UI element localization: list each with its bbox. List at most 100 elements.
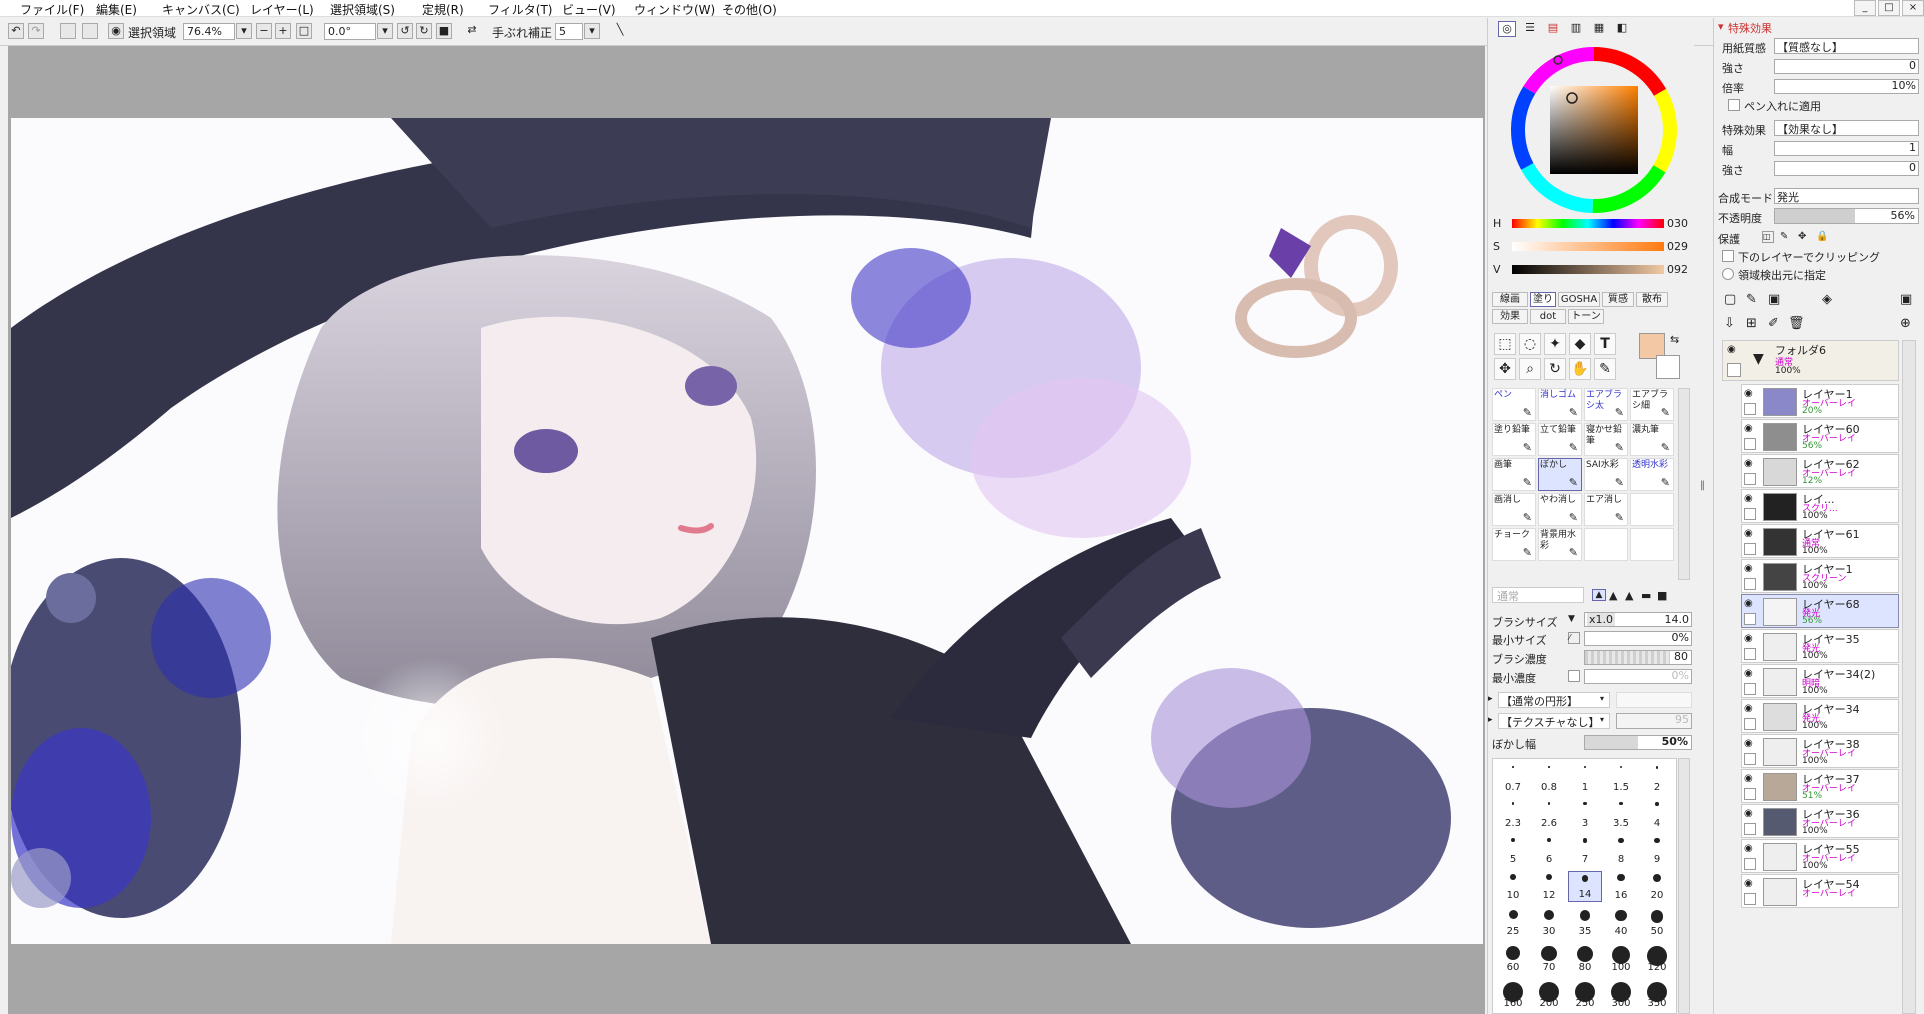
brush-slot[interactable]: 濃丸筆 ✎ (1630, 423, 1674, 456)
brush-slot[interactable]: 寝かせ鉛筆 ✎ (1584, 423, 1628, 456)
brush-size-cell[interactable]: 14 (1568, 871, 1602, 902)
brush-size-cell[interactable]: 25 (1496, 907, 1530, 938)
clip-checkbox[interactable] (1722, 250, 1734, 262)
brush-size-field[interactable]: x1.0 14.0 (1584, 612, 1692, 627)
tab-dot[interactable]: dot (1530, 309, 1566, 324)
brush-size-cell[interactable]: 16 (1604, 871, 1638, 902)
folder-row[interactable]: ◉ ▼ フォルダ6 通常 100% (1722, 340, 1899, 381)
move-down-icon[interactable]: ⇩ (1724, 316, 1735, 331)
layer-eye-icon[interactable]: ◉ (1744, 738, 1758, 750)
brush-size-cell[interactable]: 4 (1640, 799, 1674, 830)
scratchpad-tab-icon[interactable]: ◧ (1613, 21, 1631, 37)
invert-selection-icon[interactable] (82, 23, 98, 39)
layer-row[interactable]: ◉ レイヤー68 発光 56% (1741, 594, 1899, 628)
brush-slot[interactable]: 画筆 ✎ (1492, 458, 1536, 491)
menu-selection[interactable]: 選択領域(S) (330, 1, 395, 18)
layer-checkbox[interactable] (1744, 438, 1756, 450)
brush-size-cell[interactable]: 0.7 (1496, 763, 1530, 794)
layer-checkbox[interactable] (1744, 578, 1756, 590)
layer-checkbox[interactable] (1744, 403, 1756, 415)
stabilizer-field[interactable]: 5 (555, 23, 583, 40)
menu-filter[interactable]: フィルタ(T) (488, 1, 552, 18)
rgb-slider-tab-icon[interactable]: ☰ (1521, 21, 1539, 37)
rotation-field[interactable]: 0.0° (324, 23, 376, 40)
maximize-button[interactable]: □ (1878, 0, 1900, 16)
brush-slot[interactable]: 透明水彩 ✎ (1630, 458, 1674, 491)
panel-splitter-icon[interactable]: ‖ (1700, 480, 1705, 491)
background-color-swatch[interactable] (1656, 355, 1680, 379)
layer-row[interactable]: ◉ レイヤー1 オーバーレイ 20% (1741, 384, 1899, 418)
tab-lineart[interactable]: 線画 (1492, 292, 1528, 307)
texture-strength-slider[interactable]: 95 (1616, 713, 1692, 729)
v-slider[interactable] (1512, 265, 1664, 274)
layer-eye-icon[interactable]: ◉ (1744, 493, 1758, 505)
brush-size-cell[interactable]: 0.8 (1532, 763, 1566, 794)
min-density-checkbox[interactable] (1568, 670, 1580, 682)
layer-row[interactable]: ◉ レイヤー38 オーバーレイ 100% (1741, 734, 1899, 768)
brush-size-cell[interactable]: 80 (1568, 943, 1602, 974)
layer-row[interactable]: ◉ レイヤー36 オーバーレイ 100% (1741, 804, 1899, 838)
layer-eye-icon[interactable]: ◉ (1744, 843, 1758, 855)
brush-slot[interactable]: 画消し ✎ (1492, 493, 1536, 526)
layer-checkbox[interactable] (1744, 788, 1756, 800)
text-tool-icon[interactable]: T (1594, 333, 1616, 355)
brush-size-cell[interactable]: 30 (1532, 907, 1566, 938)
brush-slot[interactable]: SAI水彩 ✎ (1584, 458, 1628, 491)
layer-row[interactable]: ◉ レイヤー55 オーバーレイ 100% (1741, 839, 1899, 873)
new-folder-icon[interactable]: ▣ (1768, 292, 1780, 307)
shape-expand-icon[interactable]: ▸ (1488, 694, 1493, 704)
brush-shape-5-icon[interactable]: ■ (1657, 589, 1667, 602)
layer-eye-icon[interactable]: ◉ (1744, 668, 1758, 680)
trash-icon[interactable]: 🗑 (1788, 316, 1805, 331)
brush-slot[interactable] (1630, 528, 1674, 561)
rotate-tool-icon[interactable]: ↻ (1544, 358, 1566, 380)
layer-row[interactable]: ◉ レイヤー60 オーバーレイ 56% (1741, 419, 1899, 453)
rotation-dropdown-icon[interactable]: ▾ (377, 23, 393, 39)
brush-size-cell[interactable]: 350 (1640, 979, 1674, 1010)
flip-icon[interactable]: ⇄ (464, 23, 480, 39)
layer-row[interactable]: ◉ レイヤー62 オーバーレイ 12% (1741, 454, 1899, 488)
lasso-icon[interactable]: ◌ (1519, 333, 1541, 355)
brush-size-cell[interactable]: 40 (1604, 907, 1638, 938)
brush-size-cell[interactable]: 300 (1604, 979, 1638, 1010)
brush-size-dropdown-icon[interactable]: ▼ (1568, 614, 1575, 624)
s-slider[interactable] (1512, 242, 1664, 251)
brush-size-cell[interactable]: 1 (1568, 763, 1602, 794)
brush-size-cell[interactable]: 7 (1568, 835, 1602, 866)
brush-slot[interactable] (1630, 493, 1674, 526)
eye-icon[interactable]: ◉ (108, 23, 124, 39)
redo-icon[interactable]: ↷ (28, 23, 44, 39)
size-grid-scrollbar[interactable] (1678, 758, 1690, 1014)
tab-gosha[interactable]: GOSHA (1558, 292, 1600, 307)
layer-eye-icon[interactable]: ◉ (1744, 773, 1758, 785)
swap-colors-icon[interactable]: ⇆ (1670, 333, 1679, 346)
move-icon[interactable]: ✥ (1494, 358, 1516, 380)
menu-edit[interactable]: 編集(E) (96, 1, 137, 18)
tab-texture[interactable]: 質感 (1602, 292, 1634, 307)
layer-eye-icon[interactable]: ◉ (1744, 528, 1758, 540)
brush-size-cell[interactable]: 2.6 (1532, 799, 1566, 830)
protect-move-icon[interactable]: ✥ (1798, 231, 1806, 242)
zoom-in-icon[interactable]: + (275, 23, 291, 39)
stabilizer-dropdown-icon[interactable]: ▾ (584, 23, 600, 39)
brush-size-cell[interactable]: 6 (1532, 835, 1566, 866)
brush-slot[interactable]: 塗り鉛筆 ✎ (1492, 423, 1536, 456)
menu-layer[interactable]: レイヤー(L) (250, 1, 314, 18)
layer-eye-icon[interactable]: ◉ (1744, 423, 1758, 435)
tab-tone[interactable]: トーン (1568, 309, 1604, 324)
close-button[interactable]: × (1902, 0, 1924, 16)
protect-paint-icon[interactable]: ✎ (1780, 231, 1788, 242)
zoom-reset-icon[interactable]: □ (296, 23, 312, 39)
brush-shape-4-icon[interactable]: ▬ (1641, 589, 1651, 602)
folder-eye-icon[interactable]: ◉ (1727, 344, 1736, 355)
brush-size-cell[interactable]: 120 (1640, 943, 1674, 974)
brush-slot[interactable]: エアブラシ太 ✎ (1584, 388, 1628, 421)
color-wheel[interactable] (1510, 46, 1678, 214)
brush-size-cell[interactable]: 20 (1640, 871, 1674, 902)
special-effect-dropdown[interactable]: 【効果なし】 (1774, 120, 1919, 136)
layer-eye-icon[interactable]: ◉ (1744, 808, 1758, 820)
tab-effects[interactable]: 効果 (1492, 309, 1528, 324)
layer-row[interactable]: ◉ レイヤー35 発光 100% (1741, 629, 1899, 663)
zoom-field[interactable]: 76.4% (183, 23, 235, 40)
effects-collapse-icon[interactable]: ▾ (1718, 20, 1724, 33)
